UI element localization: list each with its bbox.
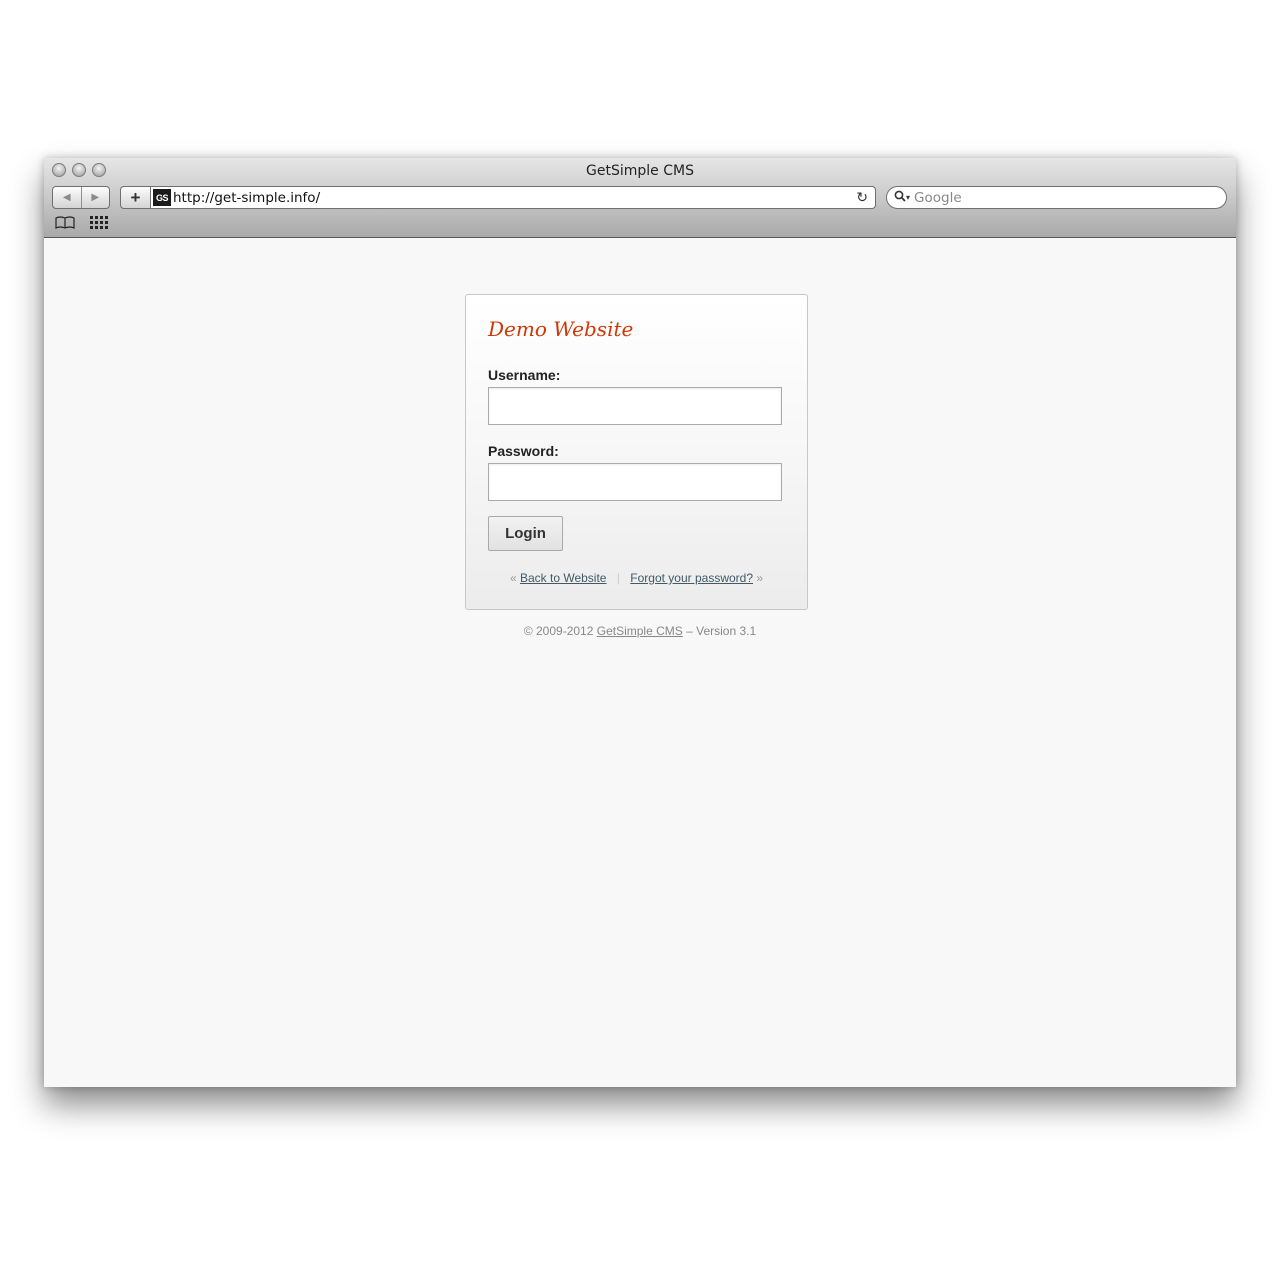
address-bar[interactable]: GS http://get-simple.info/ ↻ (150, 186, 876, 209)
getsimple-cms-link[interactable]: GetSimple CMS (597, 624, 683, 638)
copyright-text: © 2009-2012 (523, 624, 594, 638)
login-links: « Back to Website | Forgot your password… (466, 571, 807, 585)
username-input[interactable] (488, 387, 782, 425)
username-label: Username: (488, 367, 561, 383)
search-input[interactable] (914, 189, 1195, 206)
forward-arrow-icon[interactable]: ▶ (80, 187, 110, 208)
window-title: GetSimple CMS (586, 163, 694, 179)
site-title: Demo Website (488, 317, 634, 341)
forgot-suffix: » (756, 571, 764, 585)
login-button[interactable]: Login (488, 516, 563, 551)
password-label: Password: (488, 443, 559, 459)
search-field[interactable]: ▾ (886, 186, 1227, 209)
version-text: – Version 3.1 (686, 624, 757, 638)
page-footer: © 2009-2012 GetSimple CMS – Version 3.1 (44, 624, 1236, 638)
browser-window: GetSimple CMS ◀ ▶ + GS http://get-simple… (44, 158, 1236, 1087)
forgot-password-link[interactable]: Forgot your password? (630, 571, 753, 585)
add-bookmark-button[interactable]: + (120, 186, 150, 209)
url-text[interactable]: http://get-simple.info/ (173, 190, 856, 206)
login-panel: Demo Website Username: Password: Login «… (465, 294, 808, 610)
back-arrow-icon[interactable]: ◀ (53, 187, 81, 208)
grid-icon[interactable] (90, 216, 108, 229)
back-prefix: « (509, 571, 517, 585)
navigation-buttons: ◀ ▶ (52, 186, 110, 209)
back-to-website-link[interactable]: Back to Website (520, 571, 606, 585)
page-content: Demo Website Username: Password: Login «… (44, 238, 1236, 1087)
reload-icon[interactable]: ↻ (856, 189, 868, 206)
search-menu-caret-icon[interactable]: ▾ (906, 193, 910, 202)
magnifier-icon[interactable] (894, 190, 906, 205)
password-input[interactable] (488, 463, 782, 501)
link-separator: | (616, 571, 620, 585)
book-icon[interactable] (55, 216, 75, 233)
site-favicon-icon: GS (153, 189, 171, 206)
browser-toolbar: GetSimple CMS ◀ ▶ + GS http://get-simple… (44, 158, 1236, 238)
